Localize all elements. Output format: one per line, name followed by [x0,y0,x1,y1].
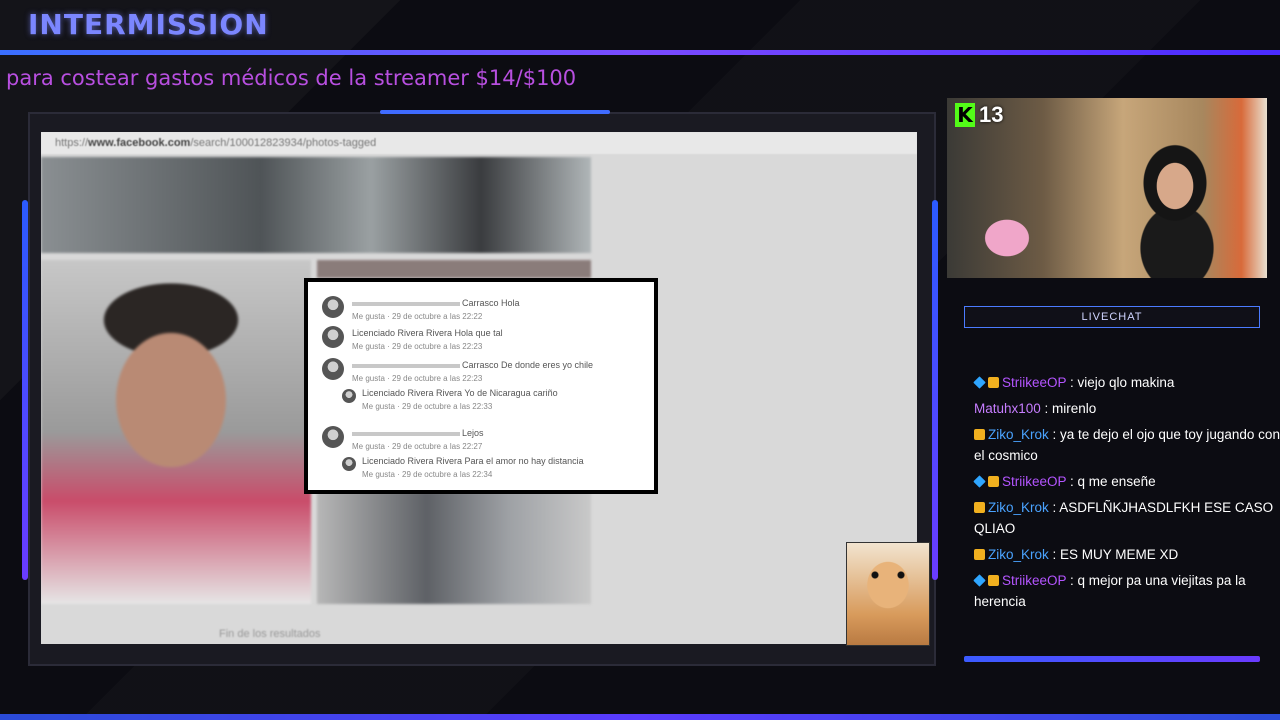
comment-meta: Me gusta · 29 de octubre a las 22:23 [352,342,483,351]
bottom-accent-line [0,714,1280,720]
cat-meme-image [846,542,930,646]
avatar [342,389,356,403]
redacted-name [352,431,460,436]
chat-username[interactable]: StriikeeOP [1002,474,1066,489]
crown-badge-icon [974,502,985,513]
url-prefix: https:// [55,137,89,149]
crown-badge-icon [974,549,985,560]
crown-badge-icon [988,377,999,388]
blurred-photo-top [41,157,591,253]
chat-message: Ziko_Krok : ya te dejo el ojo que toy ju… [974,424,1280,466]
chat-username[interactable]: StriikeeOP [1002,573,1066,588]
chat-username[interactable]: Ziko_Krok [988,547,1049,562]
blurred-photo-strip [317,260,591,278]
viewer-counter: K 13 [955,102,1003,128]
redacted-name [352,301,460,306]
avatar [342,457,356,471]
end-of-results-text: Fin de los resultados [219,628,321,640]
comment-meta: Me gusta · 29 de octubre a las 22:34 [362,470,493,479]
avatar [322,296,344,318]
chat-text: : q me enseñe [1066,474,1156,489]
gem-badge-icon [973,376,986,389]
chat-message-list: StriikeeOP : viejo qlo makina Matuhx100 :… [973,372,1280,617]
comment-meta: Me gusta · 29 de octubre a las 22:27 [352,442,483,451]
chat-message: Ziko_Krok : ASDFLÑKJHASDLFKH ESE CASO QL… [974,497,1280,539]
comment-text: Lejos [462,428,484,438]
chat-username[interactable]: Ziko_Krok [988,427,1049,442]
comment-text: Carrasco De donde eres yo chile [462,360,594,370]
chat-username[interactable]: Ziko_Krok [988,500,1049,515]
chat-message: StriikeeOP : q mejor pa una viejitas pa … [973,570,1280,612]
stream-title: INTERMISSION [28,8,269,41]
kick-icon: K [955,103,975,127]
frame-top-accent [380,110,610,114]
chat-text: : viejo qlo makina [1066,375,1175,390]
chat-message: StriikeeOP : viejo qlo makina [973,372,1280,393]
browser-url-bar[interactable]: https://www.facebook.com/search/10001282… [41,132,917,154]
chat-bottom-accent [964,656,1260,662]
viewer-count: 13 [979,102,1004,127]
chat-username[interactable]: StriikeeOP [1002,375,1066,390]
chat-username[interactable]: Matuhx100 [974,401,1041,416]
comment-text: Licenciado Rivera Rivera Yo de Nicaragua… [362,388,558,398]
donation-ticker: para costear gastos médicos de la stream… [6,66,577,90]
top-accent-line [0,50,1280,55]
crown-badge-icon [988,476,999,487]
crown-badge-icon [988,575,999,586]
chat-message: Ziko_Krok : ES MUY MEME XD [974,544,1280,565]
gem-badge-icon [973,475,986,488]
facebook-comment-screenshot: Carrasco Hola Me gusta · 29 de octubre a… [304,278,658,494]
chat-text: : ES MUY MEME XD [1048,547,1179,562]
frame-right-accent [932,200,938,580]
chat-message: Matuhx100 : mirenlo [974,398,1280,419]
avatar [322,358,344,380]
comment-text: Carrasco Hola [462,298,520,308]
frame-left-accent [22,200,28,580]
avatar [322,326,344,348]
comment-meta: Me gusta · 29 de octubre a las 22:33 [362,402,493,411]
comment-meta: Me gusta · 29 de octubre a las 22:22 [352,312,483,321]
comment-text: Licenciado Rivera Rivera Para el amor no… [362,456,584,466]
avatar [322,426,344,448]
livechat-header: LIVECHAT [964,306,1260,328]
comment-text: Licenciado Rivera Rivera Hola que tal [352,328,503,338]
url-path: /search/100012823934/photos-tagged [190,137,377,149]
url-domain: www.facebook.com [88,137,191,149]
chat-message: StriikeeOP : q me enseñe [973,471,1280,492]
blurred-photo-bottom [317,492,591,604]
chat-text: : mirenlo [1040,401,1097,416]
comment-meta: Me gusta · 29 de octubre a las 22:23 [352,374,483,383]
gem-badge-icon [973,574,986,587]
profile-photo-man [41,260,311,604]
crown-badge-icon [974,429,985,440]
redacted-name [352,363,460,368]
